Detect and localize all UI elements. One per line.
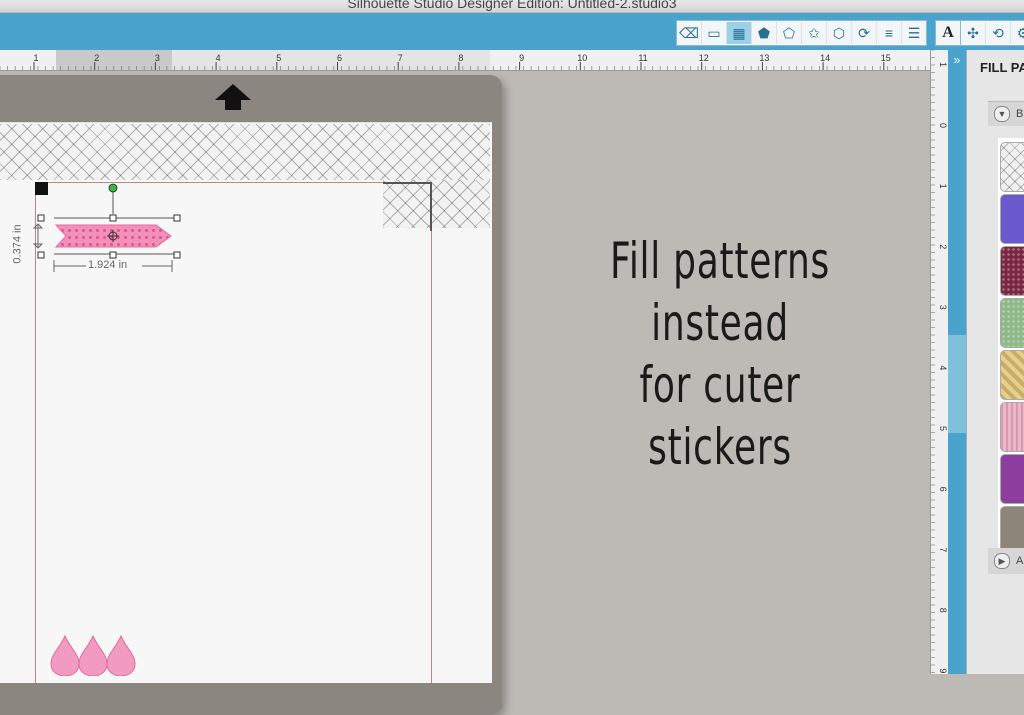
vertical-ruler-label: 1 [938,62,948,67]
feed-direction-arrow-icon [215,84,251,110]
ruler-tick-label: 15 [881,53,891,63]
caption-line-1: Fill patterns instead [610,232,830,352]
section-collapse-icon[interactable]: ▼ [994,106,1010,122]
ruler-tick-label: 13 [759,53,769,63]
modify-icon[interactable]: ⚙ [1011,22,1024,44]
polygon-icon[interactable]: ⬡ [827,22,852,44]
scrollbar-thumb[interactable] [948,335,966,433]
pattern-swatch[interactable] [1000,454,1024,504]
vertical-ruler-label: 9 [938,668,948,673]
ruler-ticks: 1 2 3 4 5 6 7 8 9 10 11 12 13 14 15 [0,53,949,70]
pattern-swatch-list [998,138,1024,556]
section-expand-icon[interactable]: ▶ [994,553,1010,569]
resize-handle-tc[interactable] [109,214,117,222]
pattern-swatch[interactable] [1000,350,1024,400]
ruler-tick-label: 11 [638,53,647,63]
pattern-section-header[interactable]: ▼ B [988,101,1024,126]
pattern-swatch[interactable] [1000,298,1024,348]
tool-group-transform: ✣ ⟲ ⚙ [960,20,1024,46]
knife-icon[interactable]: ⟳ [852,22,877,44]
overlay-caption: Fill patterns instead for cuter stickers [576,230,864,478]
rotate-handle[interactable] [108,183,118,193]
vertical-ruler-label: 2 [938,244,948,249]
horizontal-ruler: 1 2 3 4 5 6 7 8 9 10 11 12 13 14 15 [0,50,950,71]
vertical-ruler-label: 8 [938,608,948,613]
pattern-swatch[interactable] [1000,142,1024,192]
ruler-tick-label: 2 [94,53,99,63]
ruler-tick-label: 14 [820,53,830,63]
width-dimension-label: 1.924 in [88,259,128,271]
tool-group-draw: ⌫ ▭ ▦ ⬟ ⬠ ✩ ⬡ ⟳ ≡ ☰ [676,20,927,46]
text-tool-button[interactable]: A [936,22,960,44]
registration-corner-mark [383,182,432,231]
eraser-tool-icon[interactable]: ⌫ [677,22,702,44]
teardrop-shape[interactable] [78,634,108,676]
pentagon-icon[interactable]: ⬟ [752,22,777,44]
ruler-tick-label: 5 [276,53,281,63]
star-icon[interactable]: ✩ [802,22,827,44]
pattern-swatch[interactable] [1000,246,1024,296]
align-icon[interactable]: ≡ [877,22,902,44]
pattern-section-header-2[interactable]: ▶ A [988,548,1024,574]
ruler-tick-label: 12 [699,53,709,63]
ruler-tick-label: 3 [155,53,160,63]
panel-title: FILL PA [980,60,1024,75]
resize-handle-bl[interactable] [37,251,45,259]
ruler-tick-label: 6 [337,53,342,63]
vertical-ruler-ticks: 1 0 1 2 3 4 5 6 7 8 9 [931,50,948,673]
ruler-tick-label: 4 [216,53,221,63]
vertical-ruler-label: 7 [938,547,948,552]
resize-handle-tl[interactable] [37,214,45,222]
no-cut-zone-top [0,124,490,180]
vertical-ruler-label: 6 [938,487,948,492]
pattern-swatch[interactable] [1000,194,1024,244]
title-bar: Silhouette Studio Designer Edition: Unti… [0,0,1024,13]
teardrop-shape[interactable] [50,634,80,676]
section-label: B [1016,108,1024,120]
line-style-icon[interactable]: ▭ [702,22,727,44]
vertical-ruler: 1 0 1 2 3 4 5 6 7 8 9 [930,50,949,674]
vertical-ruler-label: 4 [938,365,948,370]
pattern-swatch[interactable] [1000,402,1024,452]
ruler-tick-label: 1 [33,53,38,63]
vertical-ruler-label: 0 [938,123,948,128]
window-title: Silhouette Studio Designer Edition: Unti… [347,0,677,11]
resize-handle-tr[interactable] [173,214,181,222]
transform-icon[interactable]: ✣ [961,22,986,44]
tool-group-text: A [935,20,961,46]
offset-icon[interactable]: ⬠ [777,22,802,44]
caption-line-2: for cuter stickers [639,356,801,476]
fill-pattern-icon[interactable]: ▦ [727,22,752,44]
main-toolbar: ⌫ ▭ ▦ ⬟ ⬠ ✩ ⬡ ⟳ ≡ ☰ A ✣ ⟲ ⚙ [0,13,1024,50]
section-label-2: A [1016,555,1024,567]
rotate-icon[interactable]: ⟲ [986,22,1011,44]
ruler-tick-label: 9 [519,53,524,63]
teardrop-shape[interactable] [106,634,136,676]
vertical-ruler-label: 1 [938,184,948,189]
vertical-ruler-label: 3 [938,305,948,310]
teardrop-shapes[interactable] [48,634,140,676]
ruler-tick-label: 8 [458,53,463,63]
resize-handle-bc[interactable] [109,251,117,259]
ruler-tick-label: 7 [398,53,403,63]
resize-handle-br[interactable] [173,251,181,259]
panel-collapse-button[interactable]: » [948,50,966,70]
vertical-ruler-label: 5 [938,426,948,431]
height-dimension-label: 0.374 in [11,224,24,264]
replicate-icon[interactable]: ☰ [902,22,926,44]
ruler-tick-label: 10 [577,53,587,63]
